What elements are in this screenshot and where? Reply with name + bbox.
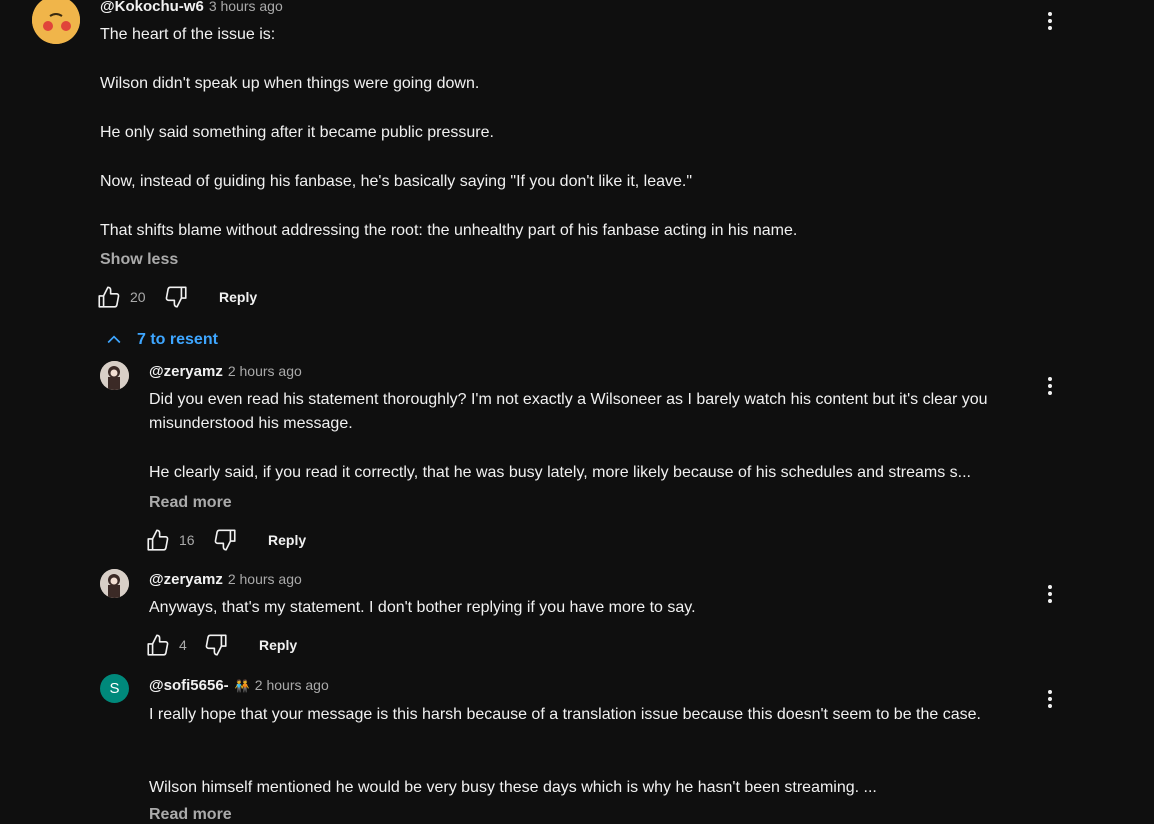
reply-button[interactable]: Reply [268,532,306,548]
more-actions-icon[interactable] [1040,582,1060,606]
thumbs-up-icon [98,286,120,308]
comment-text-line: Wilson didn't speak up when things were … [100,75,480,92]
more-actions-icon[interactable] [1040,374,1060,398]
avatar-letter: S [109,680,120,697]
reply-button[interactable]: Reply [219,289,257,305]
like-count: 20 [130,289,146,305]
reply-time[interactable]: 2 hours ago [255,677,329,693]
author-handle[interactable]: @zeryamz [149,363,223,380]
show-less-button[interactable]: Show less [100,251,178,269]
avatar[interactable] [100,361,129,390]
avatar[interactable] [32,0,80,44]
reply-text: Anyways, that's my statement. I don't bo… [149,599,696,616]
author-handle[interactable]: @sofi5656- [149,677,229,694]
member-badge-icon: 🧑‍🤝‍🧑 [234,679,250,693]
like-button[interactable] [145,632,171,658]
reply-text: I really hope that your message is this … [149,706,981,723]
author-handle[interactable]: @Kokochu-w6 [100,0,204,15]
avatar[interactable]: S [100,674,129,703]
thumbs-down-icon [205,634,227,656]
like-button[interactable] [96,284,122,310]
thumbs-up-icon [147,634,169,656]
reply-time[interactable]: 2 hours ago [228,363,302,379]
like-count: 4 [179,637,187,653]
comment-text-line: That shifts blame without addressing the… [100,222,798,239]
replies-toggle-label: 7 to resent [137,331,218,348]
author-handle[interactable]: @zeryamz [149,571,223,588]
dislike-button[interactable] [163,284,189,310]
reply-text: He clearly said, if you read it correctl… [149,464,971,481]
reply-header: @sofi5656- 🧑‍🤝‍🧑 2 hours ago [149,677,329,694]
like-button[interactable] [145,527,171,553]
comment-header: @Kokochu-w6 3 hours ago [100,0,283,15]
reply-header: @zeryamz 2 hours ago [149,363,302,380]
replies-toggle[interactable]: 7 to resent [104,330,218,350]
more-actions-icon[interactable] [1040,687,1060,711]
reply-time[interactable]: 2 hours ago [228,571,302,587]
more-actions-icon[interactable] [1040,9,1060,33]
reply-button[interactable]: Reply [259,637,297,653]
avatar[interactable] [100,569,129,598]
read-more-button[interactable]: Read more [149,806,232,824]
comment-text-line: The heart of the issue is: [100,26,276,43]
thumbs-down-icon [165,286,187,308]
comment-text-line: He only said something after it became p… [100,124,494,141]
reply-header: @zeryamz 2 hours ago [149,571,302,588]
reply-text: Wilson himself mentioned he would be ver… [149,779,877,796]
chevron-up-icon [107,335,121,344]
read-more-button[interactable]: Read more [149,494,232,512]
reply-text: Did you even read his statement thorough… [149,391,988,432]
thumbs-down-icon [214,529,236,551]
dislike-button[interactable] [212,527,238,553]
thumbs-up-icon [147,529,169,551]
dislike-button[interactable] [203,632,229,658]
like-count: 16 [179,532,195,548]
comment-time[interactable]: 3 hours ago [209,0,283,14]
comment-text-line: Now, instead of guiding his fanbase, he'… [100,173,693,190]
